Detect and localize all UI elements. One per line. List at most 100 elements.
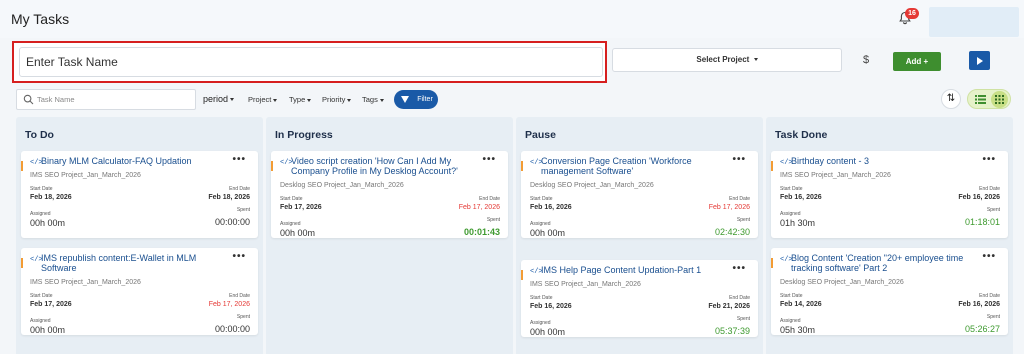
more-options-icon[interactable]: ••• <box>732 263 746 274</box>
end-date: Feb 16, 2026 <box>958 301 1000 308</box>
task-search <box>16 89 196 110</box>
more-options-icon[interactable]: ••• <box>482 154 496 165</box>
start-date: Feb 16, 2026 <box>530 303 572 310</box>
start-date: Feb 17, 2026 <box>30 301 72 308</box>
filter-button-label: Filter <box>417 96 433 103</box>
period-dropdown[interactable]: period <box>203 94 235 104</box>
tags-filter-dropdown[interactable]: Tags <box>362 95 384 104</box>
column-title: In Progress <box>275 129 333 141</box>
task-title[interactable]: Birthday content - 3 <box>791 156 977 167</box>
priority-marker <box>771 161 773 171</box>
assigned-label: Assigned <box>280 221 301 227</box>
assigned-label: Assigned <box>530 221 551 227</box>
spent-time: 02:42:30 <box>714 227 750 237</box>
currency-toggle[interactable]: $ <box>863 54 869 66</box>
top-header: My Tasks 16 <box>0 0 1024 38</box>
grid-view-icon[interactable] <box>991 91 1008 108</box>
task-search-input[interactable] <box>37 92 192 107</box>
project-filter-dropdown[interactable]: Project <box>248 95 278 104</box>
priority-marker <box>21 161 23 171</box>
task-card[interactable]: </> IMS Help Page Content Updation-Part 1… <box>521 260 758 337</box>
start-date-label: Start Date <box>30 293 53 299</box>
task-project: IMS SEO Project_Jan_March_2026 <box>30 279 141 286</box>
column-pause: Pause </> Conversion Page Creation 'Workfo… <box>516 117 763 354</box>
chevron-down-icon <box>230 98 235 102</box>
assigned-time: 00h 00m <box>280 228 316 238</box>
task-project: IMS SEO Project_Jan_March_2026 <box>530 281 641 288</box>
type-filter-dropdown[interactable]: Type <box>289 95 312 104</box>
task-card[interactable]: </> Conversion Page Creation 'Workforce m… <box>521 151 758 238</box>
add-task-button[interactable]: Add + <box>893 52 941 71</box>
more-options-icon[interactable]: ••• <box>982 251 996 262</box>
task-title[interactable]: Conversion Page Creation 'Workforce mana… <box>541 156 727 176</box>
filter-button[interactable]: Filter <box>394 90 438 109</box>
task-project: Desklog SEO Project_Jan_March_2026 <box>780 279 904 286</box>
column-task-done: Task Done </> Birthday content - 3 ••• IMS S… <box>766 117 1013 354</box>
funnel-icon <box>401 96 409 103</box>
task-name-input[interactable] <box>19 47 603 77</box>
chevron-down-icon <box>307 98 312 102</box>
spent-label: Spent <box>736 217 750 223</box>
spent-time: 05:26:27 <box>964 324 1000 334</box>
task-card[interactable]: </> Video script creation 'How Can I Add … <box>271 151 508 238</box>
start-date-label: Start Date <box>280 196 303 202</box>
spent-time: 00:00:00 <box>214 217 250 227</box>
column-to-do: To Do </> Binary MLM Calculator-FAQ Updati… <box>16 117 263 354</box>
spent-label: Spent <box>236 207 250 213</box>
more-options-icon[interactable]: ••• <box>232 251 246 262</box>
task-title[interactable]: Video script creation 'How Can I Add My … <box>291 156 477 176</box>
task-card[interactable]: </> Binary MLM Calculator-FAQ Updation •••… <box>21 151 258 238</box>
task-card[interactable]: </> Blog Content 'Creation "20+ employee … <box>771 248 1008 335</box>
project-select[interactable]: Select Project <box>612 48 842 72</box>
more-options-icon[interactable]: ••• <box>732 154 746 165</box>
assigned-time: 00h 00m <box>30 218 66 228</box>
start-date: Feb 17, 2026 <box>280 204 322 211</box>
priority-filter-dropdown[interactable]: Priority <box>322 95 352 104</box>
spent-time: 00:00:00 <box>214 324 250 334</box>
chevron-down-icon <box>273 98 278 102</box>
more-options-icon[interactable]: ••• <box>232 154 246 165</box>
tags-filter-label: Tags <box>362 95 378 104</box>
assigned-label: Assigned <box>530 320 551 326</box>
spent-label: Spent <box>736 316 750 322</box>
end-date-label: End Date <box>729 196 750 202</box>
end-date: Feb 16, 2026 <box>958 194 1000 201</box>
task-title[interactable]: IMS Help Page Content Updation-Part 1 <box>541 265 727 276</box>
task-card[interactable]: </> Birthday content - 3 ••• IMS SEO Projec… <box>771 151 1008 238</box>
end-date: Feb 17, 2026 <box>458 204 500 211</box>
task-card[interactable]: </> IMS republish content:E-Wallet in MLM… <box>21 248 258 335</box>
task-title[interactable]: Blog Content 'Creation "20+ employee tim… <box>791 253 977 273</box>
start-date-label: Start Date <box>530 196 553 202</box>
spent-label: Spent <box>986 314 1000 320</box>
start-date: Feb 14, 2026 <box>780 301 822 308</box>
end-date-label: End Date <box>979 186 1000 192</box>
project-select-label: Select Project <box>696 55 750 64</box>
spent-label: Spent <box>236 314 250 320</box>
task-project: Desklog SEO Project_Jan_March_2026 <box>530 182 654 189</box>
priority-marker <box>21 258 23 268</box>
start-date-label: Start Date <box>30 186 53 192</box>
view-toggle <box>967 89 1011 109</box>
task-title[interactable]: IMS republish content:E-Wallet in MLM So… <box>41 253 227 273</box>
project-filter-label: Project <box>248 95 272 104</box>
start-date: Feb 18, 2026 <box>30 194 72 201</box>
column-title: To Do <box>25 129 54 141</box>
list-view-icon[interactable] <box>974 93 987 106</box>
assigned-label: Assigned <box>780 211 801 217</box>
user-profile[interactable] <box>929 7 1019 37</box>
task-title[interactable]: Binary MLM Calculator-FAQ Updation <box>41 156 227 167</box>
more-options-icon[interactable]: ••• <box>982 154 996 165</box>
play-icon[interactable] <box>969 51 990 70</box>
end-date-label: End Date <box>229 293 250 299</box>
assigned-time: 00h 00m <box>530 228 566 238</box>
priority-filter-label: Priority <box>322 95 346 104</box>
period-label: period <box>203 94 229 104</box>
start-date-label: Start Date <box>780 186 803 192</box>
task-project: Desklog SEO Project_Jan_March_2026 <box>280 182 404 189</box>
type-filter-label: Type <box>289 95 306 104</box>
sort-icon[interactable]: ⇅ <box>941 89 961 109</box>
start-date: Feb 16, 2026 <box>530 204 572 211</box>
assigned-time: 01h 30m <box>780 218 816 228</box>
assigned-label: Assigned <box>30 211 51 217</box>
end-date: Feb 18, 2026 <box>208 194 250 201</box>
